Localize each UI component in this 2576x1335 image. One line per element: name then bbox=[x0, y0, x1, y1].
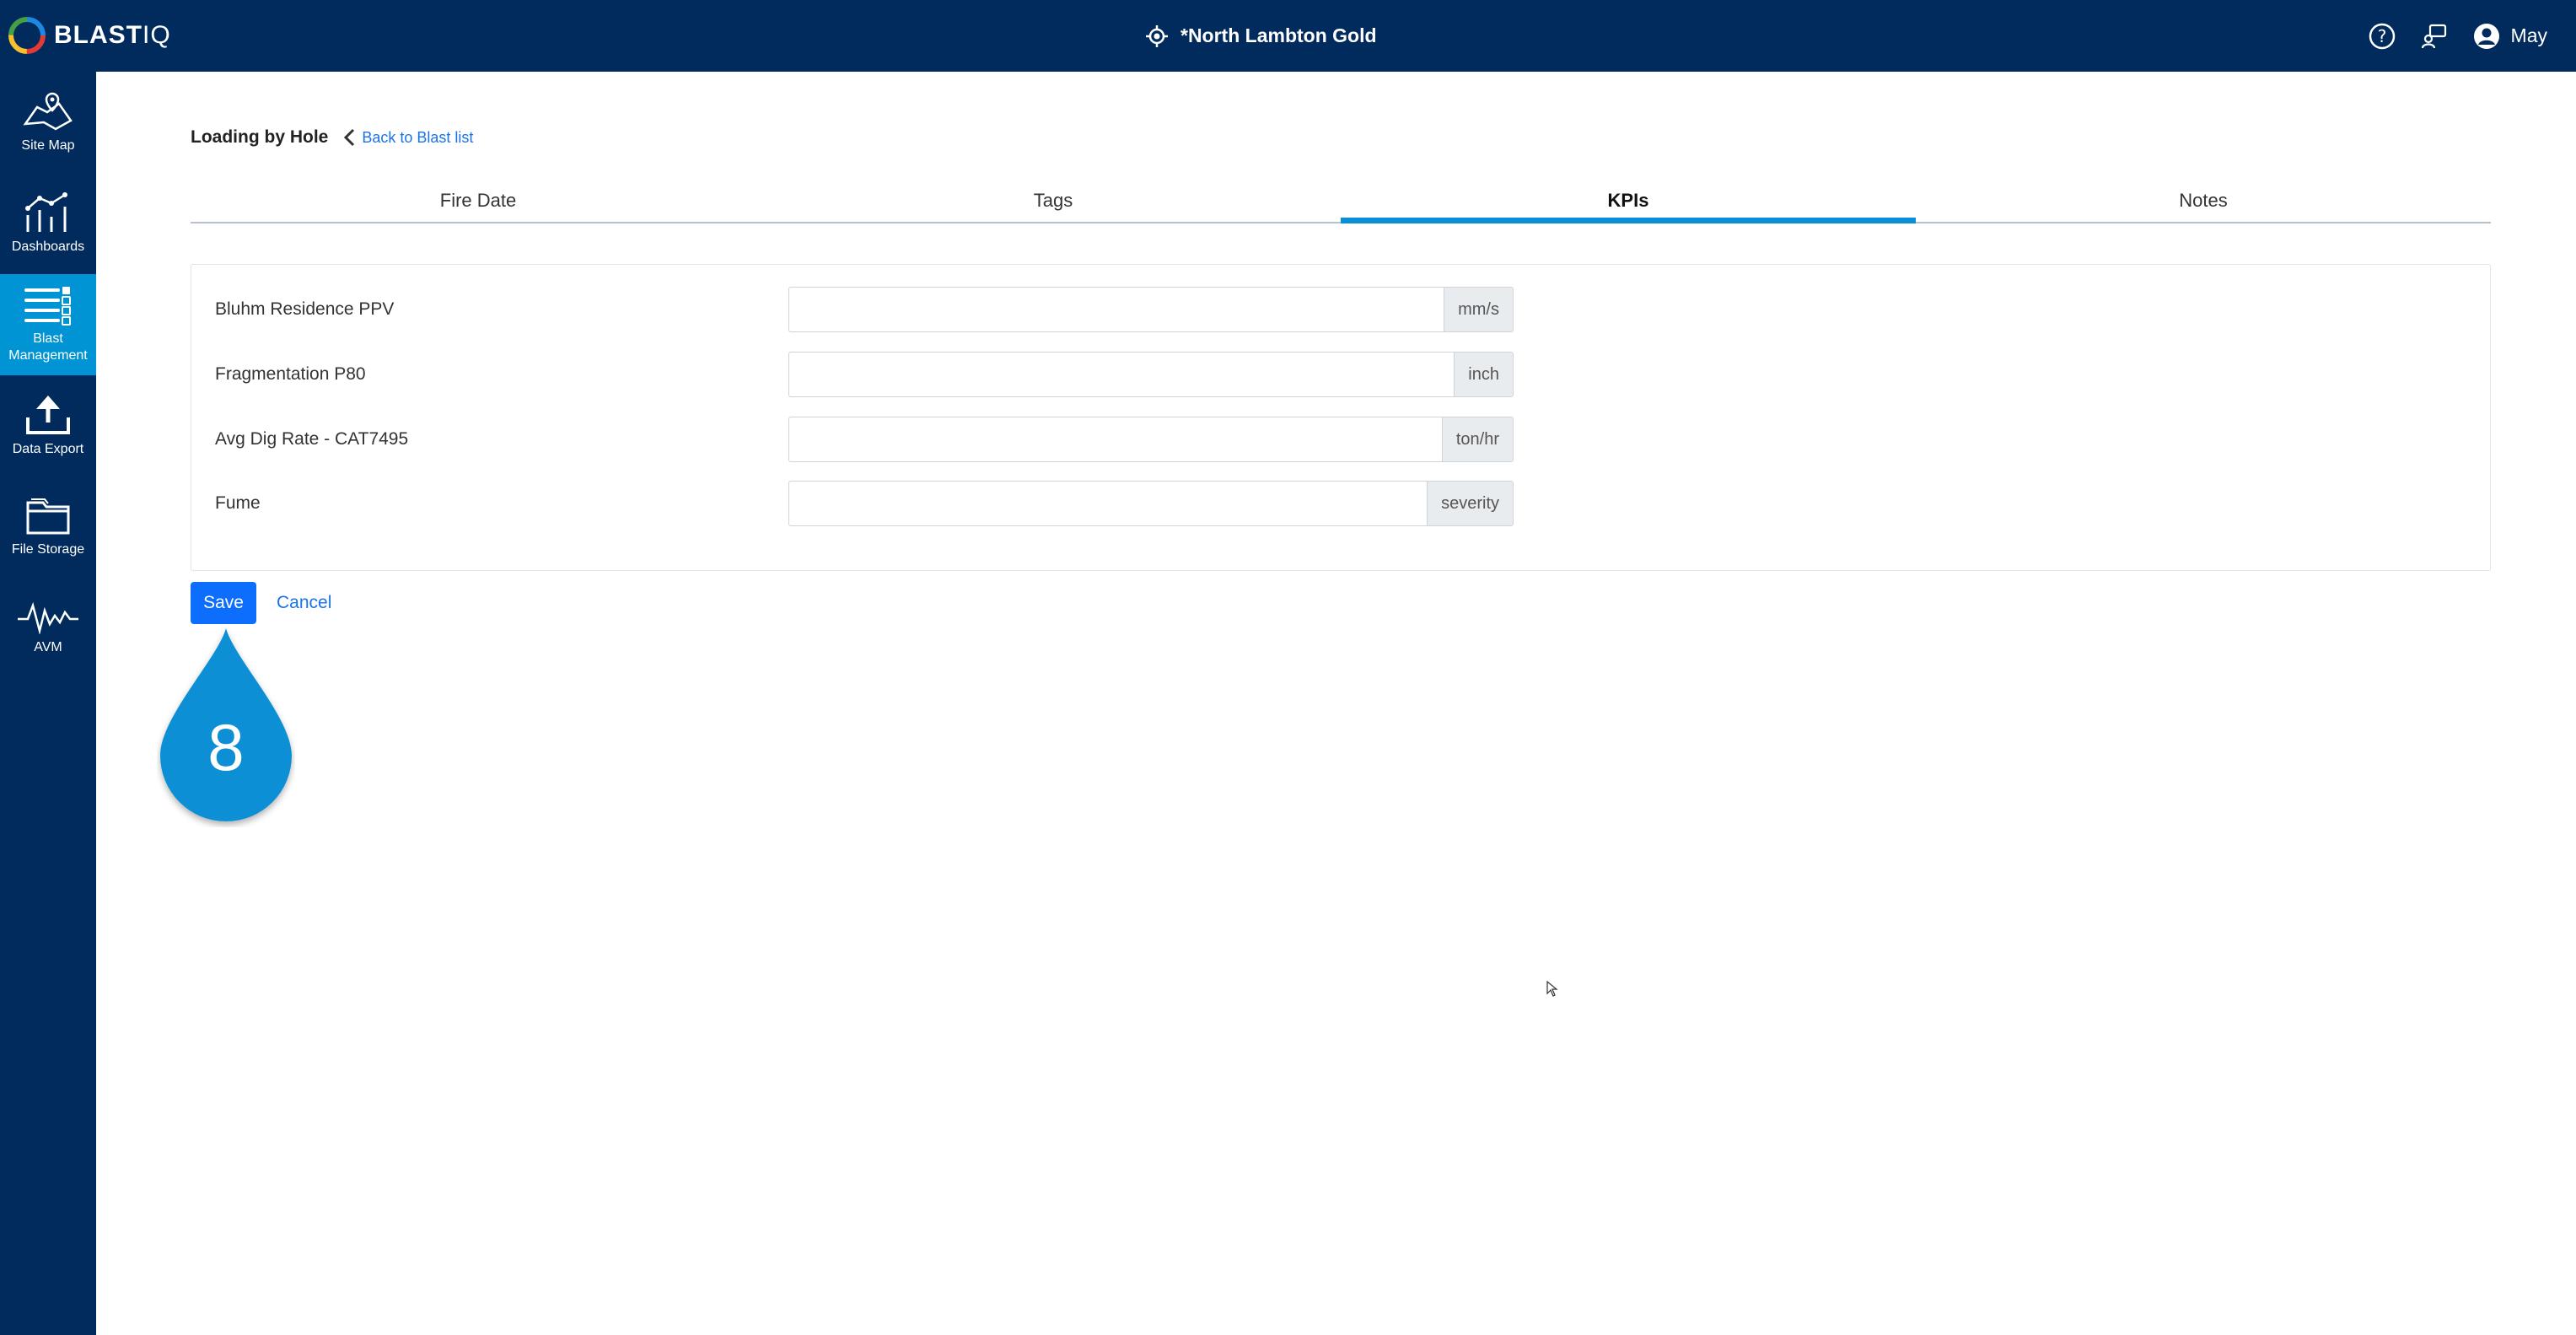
page-title: Loading by Hole bbox=[191, 127, 329, 147]
user-name: May bbox=[2510, 24, 2547, 46]
kpi-label: Fragmentation P80 bbox=[215, 364, 366, 384]
back-to-blast-list-link[interactable]: Back to Blast list bbox=[343, 128, 473, 147]
logo-ring-icon bbox=[8, 17, 46, 54]
sidebar-item-label: Blast Management bbox=[8, 331, 88, 363]
tab-fire-date[interactable]: Fire Date bbox=[191, 180, 766, 222]
svg-text:?: ? bbox=[2377, 26, 2386, 46]
blast-management-icon bbox=[24, 287, 71, 326]
logo-text: BLASTIQ bbox=[54, 21, 171, 49]
mouse-cursor-icon bbox=[1546, 981, 1558, 997]
sidebar-item-label: Dashboards bbox=[11, 240, 85, 254]
kpi-input-group: ton/hr bbox=[788, 417, 1514, 462]
form-actions: Save Cancel bbox=[191, 582, 336, 624]
blastiq-logo[interactable]: BLASTIQ bbox=[7, 12, 171, 59]
waveform-icon bbox=[18, 601, 78, 634]
sidebar-item-data-export[interactable]: Data Export bbox=[0, 375, 96, 476]
help-icon[interactable]: ? bbox=[2368, 22, 2396, 51]
unit-addon: ton/hr bbox=[1441, 417, 1514, 462]
dashboard-icon bbox=[25, 192, 67, 232]
sidebar-item-label: AVM bbox=[34, 640, 62, 654]
site-map-icon bbox=[23, 92, 73, 131]
kpi-row-avg-dig-rate: Avg Dig Rate - CAT7495 ton/hr bbox=[215, 417, 1522, 462]
site-selector[interactable]: *North Lambton Gold bbox=[1145, 0, 1377, 72]
sidebar-item-site-map[interactable]: Site Map bbox=[0, 72, 96, 173]
user-menu[interactable]: May bbox=[2472, 22, 2547, 51]
kpi-input-group: inch bbox=[788, 352, 1514, 397]
save-button[interactable]: Save bbox=[191, 582, 256, 624]
sidebar-item-dashboards[interactable]: Dashboards bbox=[0, 173, 96, 274]
main-content: Loading by Hole Back to Blast list Fire … bbox=[96, 72, 2576, 1335]
tab-notes[interactable]: Notes bbox=[1916, 180, 2491, 222]
kpi-row-fragmentation-p80: Fragmentation P80 inch bbox=[215, 352, 1522, 397]
location-target-icon bbox=[1146, 24, 1168, 47]
sidebar-item-label: File Storage bbox=[11, 542, 85, 557]
avg-dig-rate-input[interactable] bbox=[788, 417, 1442, 462]
step-number: 8 bbox=[207, 710, 245, 784]
upload-icon bbox=[26, 396, 70, 434]
user-avatar-icon bbox=[2473, 23, 2499, 49]
kpi-input-group: severity bbox=[788, 481, 1514, 526]
top-bar: BLASTIQ *North Lambton Gold ? May bbox=[0, 0, 2576, 72]
bluhm-residence-ppv-input[interactable] bbox=[788, 287, 1444, 332]
fragmentation-p80-input[interactable] bbox=[788, 352, 1455, 397]
fume-input[interactable] bbox=[788, 481, 1428, 526]
chevron-left-icon bbox=[344, 128, 355, 147]
kpi-form: Bluhm Residence PPV mm/s Fragmentation P… bbox=[191, 264, 2491, 571]
kpi-label: Fume bbox=[215, 493, 261, 513]
cancel-button[interactable]: Cancel bbox=[272, 593, 336, 613]
site-name: *North Lambton Gold bbox=[1180, 24, 1377, 46]
kpi-row-fume: Fume severity bbox=[215, 481, 1522, 526]
page-header: Loading by Hole Back to Blast list bbox=[191, 127, 473, 148]
unit-addon: inch bbox=[1454, 352, 1514, 397]
sidebar-item-avm[interactable]: AVM bbox=[0, 578, 96, 679]
sidebar-item-label: Site Map bbox=[21, 138, 75, 153]
kpi-label: Avg Dig Rate - CAT7495 bbox=[215, 429, 409, 449]
unit-addon: severity bbox=[1427, 481, 1514, 526]
feedback-icon[interactable] bbox=[2420, 22, 2449, 51]
sidebar-item-label: Data Export bbox=[12, 442, 84, 456]
tab-bar: Fire Date Tags KPIs Notes bbox=[191, 180, 2491, 223]
folder-icon bbox=[26, 498, 70, 535]
sidebar: Site Map Dashboards Blast Management Dat… bbox=[0, 72, 96, 1335]
unit-addon: mm/s bbox=[1444, 287, 1514, 332]
tab-tags[interactable]: Tags bbox=[766, 180, 1341, 222]
kpi-input-group: mm/s bbox=[788, 287, 1514, 332]
top-right-actions: ? May bbox=[2368, 0, 2547, 72]
sidebar-item-file-storage[interactable]: File Storage bbox=[0, 476, 96, 578]
tab-kpis[interactable]: KPIs bbox=[1341, 180, 1916, 223]
sidebar-item-blast-management[interactable]: Blast Management bbox=[0, 274, 96, 375]
back-link-label: Back to Blast list bbox=[362, 128, 474, 146]
kpi-row-bluhm-residence-ppv: Bluhm Residence PPV mm/s bbox=[215, 287, 1522, 332]
kpi-label: Bluhm Residence PPV bbox=[215, 299, 395, 319]
step-marker: 8 bbox=[157, 625, 295, 827]
